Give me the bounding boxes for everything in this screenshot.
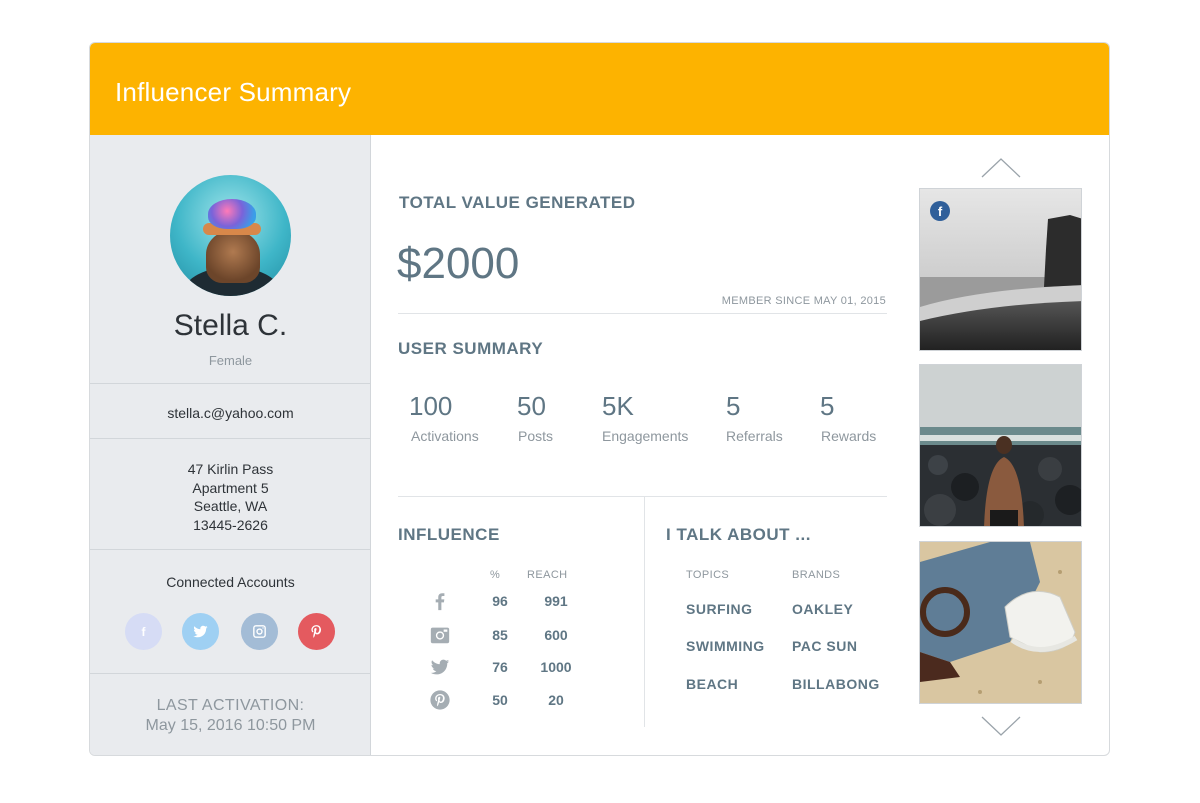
- influence-pct: 76: [492, 659, 508, 675]
- influence-row-instagram: 85 600: [426, 623, 586, 647]
- stat-value: 5K: [602, 391, 634, 421]
- stat-activations: 100 Activations: [409, 391, 509, 444]
- avatar[interactable]: [170, 175, 291, 296]
- facebook-account-button[interactable]: f: [125, 613, 162, 650]
- influencer-summary-card: Influencer Summary Stella C. Female stel…: [89, 42, 1110, 756]
- stat-label: Rewards: [821, 428, 877, 444]
- facebook-icon: f: [930, 201, 950, 221]
- profile-sidebar: Stella C. Female stella.c@yahoo.com 47 K…: [90, 135, 371, 755]
- chevron-up-icon[interactable]: [980, 157, 1022, 179]
- influence-reach-header: REACH: [527, 569, 568, 581]
- profile-address: 47 Kirlin Pass Apartment 5 Seattle, WA 1…: [90, 460, 371, 534]
- stat-label: Engagements: [602, 428, 689, 444]
- influence-reach: 991: [544, 593, 568, 609]
- facebook-icon: [435, 593, 445, 611]
- facebook-icon: f: [141, 624, 146, 639]
- brand-item[interactable]: OAKLEY: [792, 601, 853, 617]
- influence-row-twitter: 76 1000: [426, 655, 586, 679]
- influence-pct-header: %: [490, 569, 501, 581]
- post-photo-rocky-shore[interactable]: [919, 364, 1082, 527]
- influence-reach: 600: [544, 627, 568, 643]
- stat-value: 5: [820, 391, 835, 421]
- page-title: Influencer Summary: [115, 77, 352, 107]
- address-line: 47 Kirlin Pass: [187, 461, 274, 477]
- connected-accounts-title: Connected Accounts: [166, 574, 295, 590]
- divider: [398, 313, 887, 314]
- divider: [90, 383, 371, 384]
- influence-title: INFLUENCE: [398, 525, 500, 544]
- total-value-title: TOTAL VALUE GENERATED: [399, 193, 636, 212]
- influence-pct: 96: [492, 593, 508, 609]
- user-summary-title: USER SUMMARY: [398, 339, 544, 358]
- card-header: Influencer Summary: [90, 43, 1109, 135]
- talk-about-title: I TALK ABOUT ...: [666, 525, 811, 544]
- chevron-down-icon[interactable]: [980, 715, 1022, 737]
- divider: [398, 496, 887, 497]
- divider: [90, 549, 371, 550]
- topic-item[interactable]: SWIMMING: [686, 638, 765, 654]
- member-since: MEMBER SINCE MAY 01, 2015: [721, 295, 886, 307]
- stat-label: Activations: [411, 428, 479, 444]
- influence-reach: 1000: [540, 659, 572, 675]
- twitter-icon: [430, 659, 450, 675]
- column-divider: [644, 497, 645, 727]
- brands-header: BRANDS: [792, 569, 841, 581]
- influence-row-pinterest: 50 20: [426, 688, 586, 712]
- topic-item[interactable]: SURFING: [686, 601, 753, 617]
- total-value-amount: $2000: [397, 239, 520, 288]
- stat-referrals: 5 Referrals: [726, 391, 826, 444]
- pinterest-account-button[interactable]: [298, 613, 335, 650]
- twitter-account-button[interactable]: [182, 613, 219, 650]
- profile-gender: Female: [208, 353, 253, 368]
- topics-header: TOPICS: [686, 569, 730, 581]
- stat-value: 5: [726, 391, 741, 421]
- brand-item[interactable]: PAC SUN: [792, 638, 857, 654]
- instagram-icon: [253, 625, 266, 638]
- instagram-icon: [430, 627, 450, 644]
- divider: [90, 673, 371, 674]
- stat-engagements: 5K Engagements: [602, 391, 712, 444]
- influence-pct: 85: [492, 627, 508, 643]
- pinterest-icon: [311, 625, 322, 638]
- profile-name: Stella C.: [173, 309, 288, 342]
- address-line: Apartment 5: [192, 479, 269, 496]
- last-activation-date: May 15, 2016 10:50 PM: [145, 717, 316, 734]
- topic-item[interactable]: BEACH: [686, 676, 738, 692]
- instagram-account-button[interactable]: [241, 613, 278, 650]
- brand-item[interactable]: BILLABONG: [792, 676, 880, 692]
- stat-value: 100: [409, 391, 453, 421]
- last-activation-label: LAST ACTIVATION:: [156, 697, 305, 714]
- influence-row-facebook: 96 991: [426, 589, 586, 613]
- pinterest-icon: [430, 690, 450, 710]
- influence-pct: 50: [492, 692, 508, 708]
- stat-label: Referrals: [726, 428, 783, 444]
- address-line: Seattle, WA: [193, 498, 268, 514]
- stat-rewards: 5 Rewards: [820, 391, 920, 444]
- divider: [90, 438, 371, 439]
- twitter-icon: [193, 625, 208, 638]
- post-photo-sneakers[interactable]: [919, 541, 1082, 704]
- post-photo-beach-cliff[interactable]: f: [919, 188, 1082, 351]
- influence-reach: 20: [548, 692, 564, 708]
- profile-email[interactable]: stella.c@yahoo.com: [90, 405, 371, 421]
- address-line: 13445-2626: [193, 516, 268, 533]
